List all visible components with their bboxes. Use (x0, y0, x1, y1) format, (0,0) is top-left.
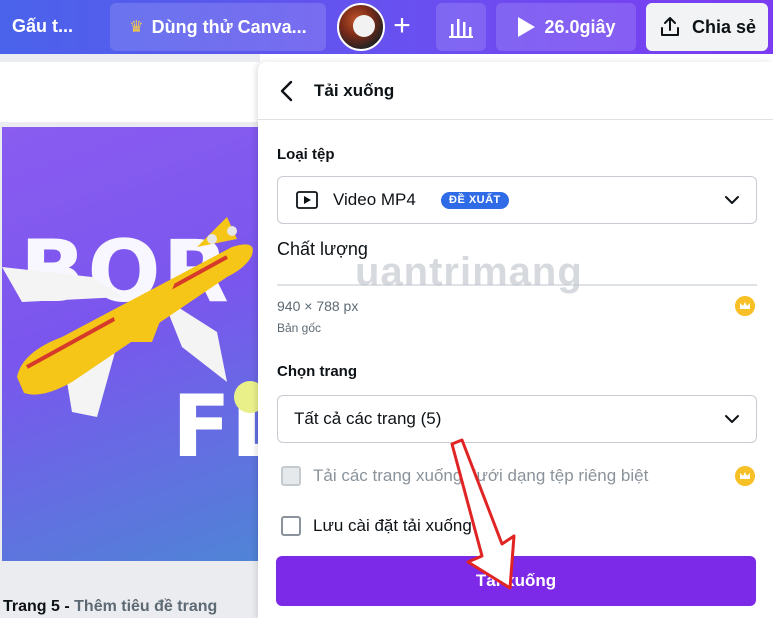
share-label: Chia sẻ (691, 16, 757, 37)
back-arrow-icon[interactable] (276, 79, 298, 103)
panel-title: Tải xuống (314, 81, 395, 100)
play-icon (518, 17, 536, 37)
avatar[interactable] (337, 3, 385, 51)
separate-files-checkbox[interactable] (281, 466, 301, 486)
share-upload-icon (660, 17, 679, 36)
avatar-face (353, 15, 375, 37)
page-number: Trang 5 - (3, 598, 70, 615)
try-canva-pro-button[interactable]: ♛ Dùng thử Canva... (110, 3, 326, 51)
save-settings-checkbox[interactable] (281, 516, 301, 536)
airplane-graphic (2, 217, 260, 417)
page-title-placeholder[interactable]: Thêm tiêu đề trang (74, 598, 217, 615)
canvas-toolbar-strip (0, 62, 260, 122)
insights-button[interactable] (436, 3, 486, 51)
page-label: Trang 5 - Thêm tiêu đề trang (3, 598, 217, 616)
crown-icon (735, 466, 755, 486)
design-title[interactable]: Gấu t... (12, 16, 73, 37)
chevron-down-icon (725, 196, 739, 204)
add-collaborator-icon[interactable]: + (387, 8, 417, 46)
editor-topbar: Gấu t... ♛ Dùng thử Canva... + 26.0giây … (0, 0, 773, 54)
dimensions-note: Bản gốc (277, 321, 322, 335)
pages-value: Tất cả các trang (5) (294, 409, 442, 428)
chevron-down-icon (725, 415, 739, 423)
watermark-text: uantrimang (355, 250, 583, 294)
file-type-value: Video MP4 (333, 190, 416, 209)
dimensions-text: 940 × 788 px (277, 298, 359, 314)
download-panel-header: Tải xuống (258, 62, 773, 120)
try-canva-pro-label: Dùng thử Canva... (151, 16, 307, 37)
bar-chart-icon (449, 19, 473, 38)
design-page-thumbnail[interactable]: BOR FL (2, 127, 260, 561)
crown-icon (735, 296, 755, 316)
recommended-badge: ĐỀ XUẤT (441, 192, 509, 209)
annotation-arrow-icon (450, 438, 516, 590)
file-type-select[interactable]: Video MP4 ĐỀ XUẤT (277, 176, 757, 224)
pages-label: Chọn trang (277, 363, 357, 380)
present-button[interactable]: 26.0giây (496, 3, 636, 51)
video-file-icon (296, 191, 318, 209)
file-type-label: Loại tệp (277, 146, 335, 163)
crown-icon: ♛ (129, 19, 144, 36)
timer-label: 26.0giây (544, 16, 616, 37)
share-button[interactable]: Chia sẻ (646, 3, 768, 51)
